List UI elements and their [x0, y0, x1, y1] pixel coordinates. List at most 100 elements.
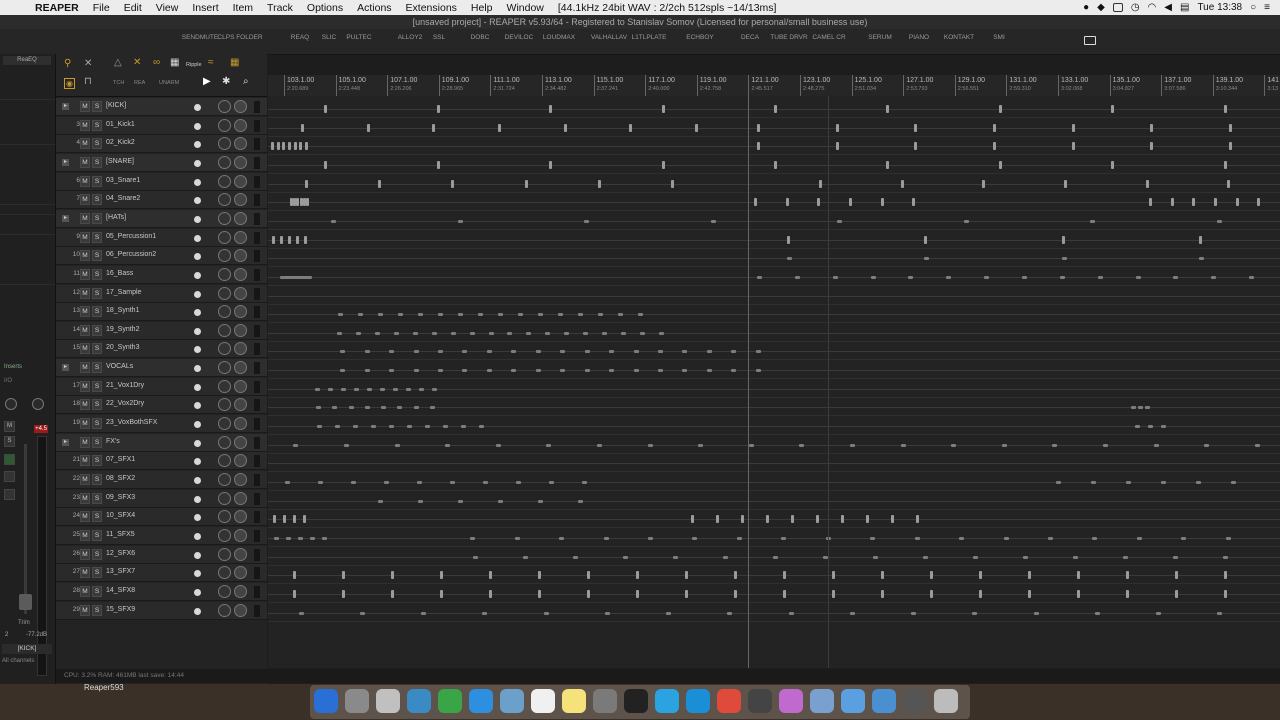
grid-snap-icon[interactable]: ▦ [230, 57, 239, 68]
ruler-marker[interactable]: 139.1.00 3:10.344 [1212, 75, 1243, 96]
fx-slot[interactable] [0, 234, 55, 235]
menu-app[interactable]: REAPER [35, 2, 79, 14]
media-item[interactable] [268, 457, 1280, 469]
ruler-marker[interactable]: 133.1.00 3:02.068 [1058, 75, 1088, 96]
volume-knob[interactable] [218, 603, 231, 617]
creative-cloud-icon[interactable]: ● [1083, 2, 1089, 13]
volume-knob[interactable] [218, 361, 231, 375]
mute-button[interactable]: M [80, 343, 90, 355]
record-arm-button[interactable] [194, 421, 201, 429]
solo-button[interactable]: S [92, 455, 102, 467]
time-machine-icon[interactable]: ◷ [1131, 2, 1140, 13]
track-lane[interactable] [268, 342, 1280, 361]
pan-knob[interactable] [234, 230, 247, 244]
menu-options[interactable]: Options [307, 2, 343, 14]
track-row[interactable]: 28 M S 14_SFX8 [56, 582, 267, 601]
media-item[interactable] [278, 271, 312, 283]
menu-track[interactable]: Track [267, 2, 293, 14]
solo-button[interactable]: S [92, 156, 102, 168]
menu-extensions[interactable]: Extensions [406, 2, 457, 14]
solo-button[interactable]: S [92, 529, 102, 541]
mute-button[interactable]: M [80, 138, 90, 150]
audio-format-status[interactable]: [44.1kHz 24bit WAV : 2/2ch 512spls ~14/1… [558, 2, 777, 14]
notes-icon[interactable] [562, 689, 586, 713]
solo-button[interactable]: S [92, 306, 102, 318]
track-row[interactable]: 4 M S 02_Kick2 [56, 135, 267, 154]
track-name[interactable]: 06_Percussion2 [106, 251, 156, 258]
track-name[interactable]: 22_Vox2Dry [106, 400, 144, 407]
track-name[interactable]: 19_Synth2 [106, 326, 139, 333]
monitor-button[interactable] [4, 489, 15, 500]
track-lane[interactable] [268, 436, 1280, 454]
unarm-label[interactable]: UNARM [159, 80, 179, 86]
track-lane[interactable] [268, 454, 1280, 473]
track-row[interactable]: 22 M S 08_SFX2 [56, 471, 267, 489]
ruler-marker[interactable]: 137.1.00 3:07.586 [1161, 75, 1191, 96]
media-item[interactable] [1128, 401, 1150, 413]
solo-button[interactable]: S [92, 324, 102, 336]
volume-knob[interactable] [218, 342, 231, 356]
track-name[interactable]: 02_Kick2 [106, 139, 135, 146]
volume-knob[interactable] [218, 398, 231, 412]
record-arm-button[interactable] [194, 402, 201, 410]
menu-list-icon[interactable]: ≡ [1264, 2, 1270, 13]
screenshot-icon[interactable] [1084, 36, 1096, 45]
ruler-marker[interactable]: 129.1.00 2:56.551 [954, 75, 985, 96]
width-knob[interactable] [32, 398, 44, 410]
solo-button[interactable]: S [92, 119, 102, 131]
track-lane[interactable] [268, 529, 1280, 547]
fx-slot[interactable] [0, 144, 55, 145]
fx-slot[interactable] [0, 204, 55, 205]
media-item[interactable] [718, 122, 1268, 134]
record-arm-button[interactable] [194, 104, 201, 111]
arrange-view[interactable] [268, 96, 1280, 668]
flag-icon[interactable]: ▤ [1180, 2, 1189, 13]
cross-icon[interactable]: ✕ [133, 57, 141, 68]
record-mode-icon[interactable]: ◉ [64, 78, 75, 89]
track-row[interactable]: 12 M S 17_Sample [56, 284, 267, 303]
mute-button[interactable]: M [80, 268, 90, 280]
metronome-icon[interactable]: △ [114, 57, 122, 68]
media-item[interactable] [448, 532, 1248, 544]
media-item[interactable] [268, 178, 708, 190]
piano-icon[interactable] [624, 689, 648, 713]
record-arm-button[interactable] [194, 197, 201, 205]
mute-button[interactable]: M [80, 455, 90, 467]
bug-icon[interactable]: ✱ [222, 76, 230, 87]
menu-file[interactable]: File [93, 2, 110, 14]
media-item[interactable] [1128, 420, 1168, 432]
media-item[interactable] [268, 234, 308, 246]
folder-icon[interactable]: ▸ [62, 438, 69, 446]
volume-knob[interactable] [218, 137, 231, 151]
mute-button[interactable]: M [80, 474, 90, 485]
record-arm-button[interactable] [194, 253, 201, 261]
ruler-marker[interactable]: 105.1.00 2:23.448 [335, 75, 366, 96]
mute-button[interactable]: M [80, 101, 90, 112]
pan-knob[interactable] [234, 435, 247, 449]
snap-icon[interactable]: ⚲ [64, 58, 71, 69]
track-name[interactable]: [KICK] [2, 644, 52, 654]
phase-button[interactable] [4, 454, 15, 465]
volume-knob[interactable] [218, 473, 231, 486]
lock-icon[interactable]: ⊓ [84, 76, 92, 87]
track-name[interactable]: VOCALs [106, 363, 133, 370]
track-name[interactable]: 08_SFX2 [106, 475, 135, 482]
mute-button[interactable]: M [80, 156, 90, 168]
track-row[interactable]: 3 M S 01_Kick1 [56, 116, 267, 135]
volume-knob[interactable] [218, 267, 231, 281]
solo-button[interactable]: S [92, 399, 102, 411]
volume-knob[interactable] [218, 211, 231, 225]
media-item[interactable] [268, 103, 1280, 115]
track-row[interactable]: 9 M S 05_Percussion1 [56, 228, 267, 247]
record-arm-button[interactable] [194, 122, 201, 130]
track-row[interactable]: 19 M S 23_VoxBothSFX [56, 415, 267, 434]
pan-knob[interactable] [234, 398, 247, 412]
media-item[interactable] [738, 271, 1268, 283]
volume-knob[interactable] [218, 305, 231, 319]
record-arm-button[interactable] [194, 309, 201, 317]
fx-button-valhallav[interactable]: VALHALLAV [591, 34, 627, 41]
media-item[interactable] [268, 476, 598, 488]
ruler-marker[interactable]: 131.1.00 2:59.310 [1006, 75, 1037, 96]
pan-knob[interactable] [234, 100, 247, 113]
media-item[interactable] [268, 215, 1280, 227]
